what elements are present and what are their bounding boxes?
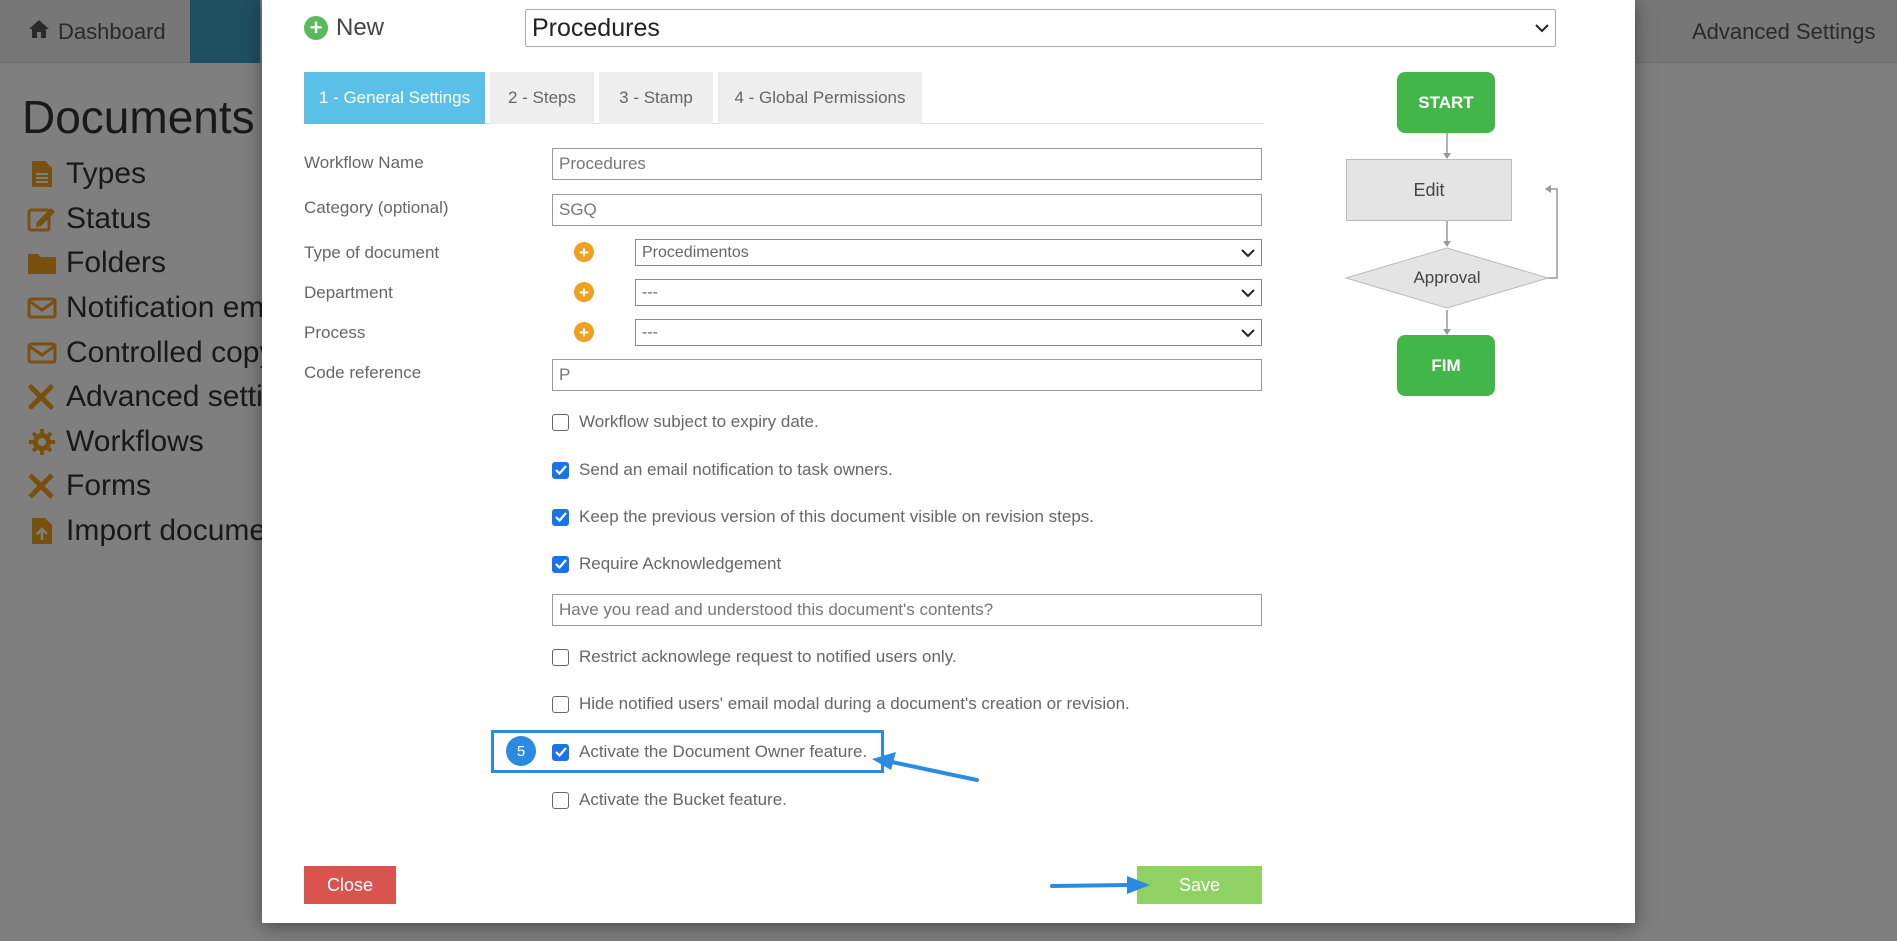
flow-end-node[interactable]: FIM bbox=[1397, 335, 1495, 396]
workflow-modal: + New Procedures 1 - General Settings 2 … bbox=[262, 0, 1635, 923]
annotation-step-badge: 5 bbox=[506, 736, 536, 766]
annotation-highlight-box bbox=[491, 730, 884, 773]
flowchart-connectors bbox=[1344, 133, 1558, 335]
flow-edit-node[interactable]: Edit bbox=[1346, 159, 1512, 221]
flow-start-node[interactable]: START bbox=[1397, 72, 1495, 133]
flow-approval-node[interactable]: Approval bbox=[1372, 266, 1522, 290]
